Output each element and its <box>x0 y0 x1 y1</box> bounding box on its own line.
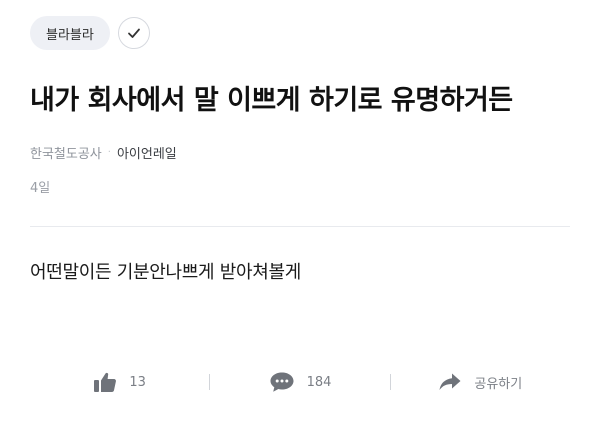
meta-separator: · <box>107 147 111 158</box>
action-bar: 13 184 공유하기 <box>30 362 570 402</box>
share-label: 공유하기 <box>474 376 523 392</box>
comment-button[interactable]: 184 <box>210 371 389 393</box>
post-title: 내가 회사에서 말 이쁘게 하기로 유명하거든 <box>30 85 513 116</box>
check-button[interactable] <box>117 17 150 49</box>
share-button[interactable]: 공유하기 <box>391 372 570 392</box>
post-content: 어떤말이든 기분안나쁘게 받아쳐볼게 <box>30 262 302 283</box>
company-name[interactable]: 한국철도공사 <box>30 143 102 162</box>
content-divider <box>30 226 570 227</box>
post-page: 블라블라 내가 회사에서 말 이쁘게 하기로 유명하거든 한국철도공사 · 아이… <box>0 0 600 437</box>
author-meta: 한국철도공사 · 아이언레일 <box>30 143 177 162</box>
author-nickname[interactable]: 아이언레일 <box>117 143 177 162</box>
like-count: 13 <box>129 374 146 390</box>
like-button[interactable]: 13 <box>30 371 209 393</box>
thumbs-up-icon <box>94 372 117 392</box>
category-label: 블라블라 <box>46 27 94 43</box>
post-header-row: 블라블라 <box>30 16 150 50</box>
comment-bubble-icon <box>270 372 294 392</box>
category-chip[interactable]: 블라블라 <box>30 16 110 50</box>
post-date: 4일 <box>30 181 51 196</box>
check-icon <box>127 28 140 38</box>
share-arrow-icon <box>439 373 461 390</box>
comment-count: 184 <box>306 374 332 390</box>
